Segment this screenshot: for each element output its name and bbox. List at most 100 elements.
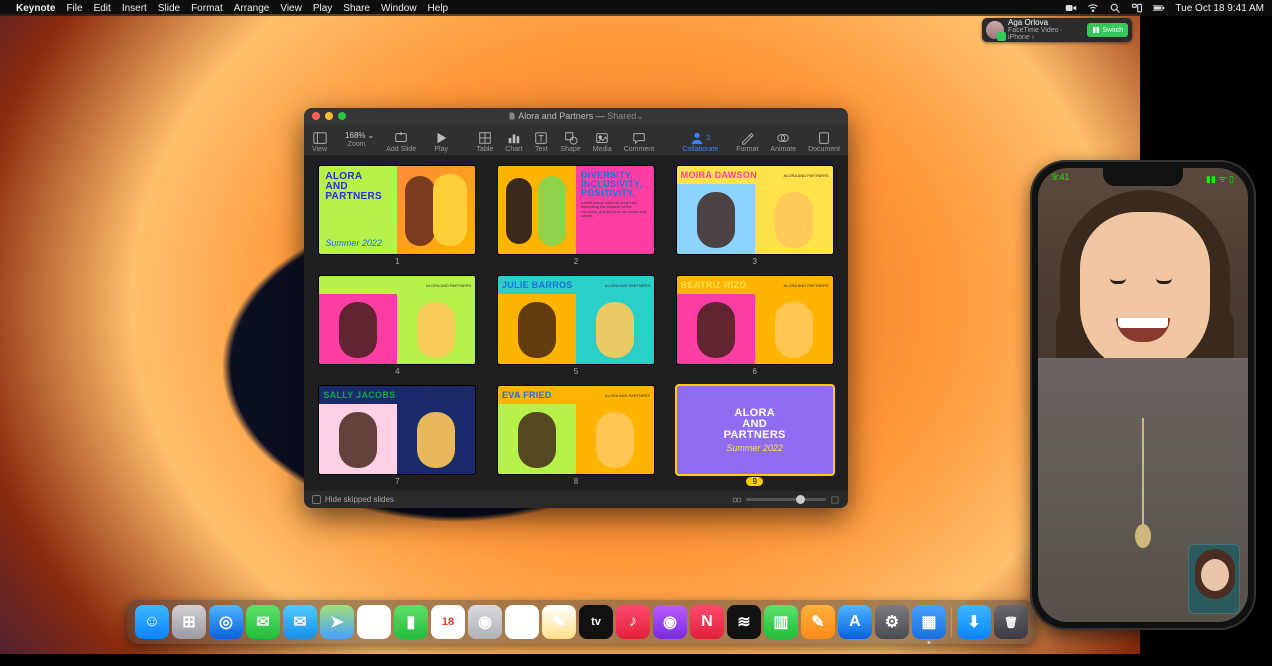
toolbar-shape-button[interactable]: Shape [560,131,580,153]
toolbar-media-button[interactable]: Media [593,131,612,153]
toolbar-comment-button[interactable]: Comment [624,131,654,153]
dock-photos[interactable]: ✿ [357,605,391,639]
menu-help[interactable]: Help [428,3,449,14]
dock-messages[interactable]: ✉ [246,605,280,639]
app-menu[interactable]: Keynote [16,3,55,14]
menu-view[interactable]: View [280,3,302,14]
slide-thumbnail[interactable]: BEATRIZ RIZOALORA AND PARTNERS [677,276,833,364]
slide-cell[interactable]: ALORAANDPARTNERSSummer 20221 [316,166,479,266]
hide-skipped-checkbox[interactable] [312,495,321,504]
slide-number: 7 [395,477,399,486]
slide-cell[interactable]: BEATRIZ RIZOALORA AND PARTNERS6 [673,276,836,376]
dock-finder[interactable]: ☺ [135,605,169,639]
window-titlebar[interactable]: Alora and Partners — Shared⌄ [304,108,848,124]
toolbar-document-button[interactable]: Document [808,131,840,153]
toolbar-play-label: Play [434,146,448,153]
dock-separator [951,607,952,637]
dock-podcasts[interactable]: ◉ [653,605,687,639]
toolbar-play-button[interactable]: Play [434,131,448,153]
dock-stocks[interactable]: ≋ [727,605,761,639]
dock-launchpad[interactable]: ⊞ [172,605,206,639]
zoom-out-icon[interactable] [732,495,742,505]
status-wifi-icon[interactable] [1087,2,1099,14]
status-spotlight-icon[interactable] [1109,2,1121,14]
menu-share[interactable]: Share [343,3,370,14]
slide-cell[interactable]: SALLY JACOBSALORA AND PARTNERS 7 [316,386,479,486]
toolbar-table-button[interactable]: Table [477,131,494,153]
dock-pages[interactable]: ✎ [801,605,835,639]
slide-thumbnail[interactable]: DIVERSITY,INCLUSIVITY,POSITIVITY.Lorem i… [498,166,654,254]
menu-arrange[interactable]: Arrange [234,3,270,14]
dock-downloads[interactable]: ⬇ [957,605,991,639]
toolbar-view-button[interactable]: View [312,131,327,153]
toolbar-format-button[interactable]: Format [736,131,758,153]
dock-settings[interactable]: ⚙ [875,605,909,639]
slide-number: 8 [574,477,578,486]
window-zoom-button[interactable] [338,112,346,120]
toolbar-add-slide-button[interactable]: Add Slide [386,131,416,153]
window-minimize-button[interactable] [325,112,333,120]
collaborate-icon [690,131,704,145]
collab-count: 2 [706,135,710,142]
slide-cell[interactable]: DIVERSITY,INCLUSIVITY,POSITIVITY.Lorem i… [495,166,658,266]
toolbar-text-button[interactable]: TText [534,131,548,153]
handoff-text: Aga Orlova FaceTime Video · iPhone › [1008,19,1083,41]
slide-number: 9 [746,477,762,486]
menu-edit[interactable]: Edit [94,3,111,14]
toolbar-collaborate-label: Collaborate [682,146,718,153]
dock-keynote-dock[interactable]: ▦ [912,605,946,639]
dock-reminders[interactable]: ☰ [505,605,539,639]
dock: ☺⊞◎✉✉➤✿▮18◉☰✎tv♪◉N≋▥✎A⚙▦⬇🗑 [127,600,1036,644]
menu-file[interactable]: File [66,3,82,14]
slide-cell[interactable]: ALISON NEALEALORA AND PARTNERS4 [316,276,479,376]
dock-facetime[interactable]: ▮ [394,605,428,639]
slide-thumbnail[interactable]: ALORAANDPARTNERSSummer 2022 [677,386,833,474]
facetime-pip-self-view[interactable] [1188,544,1240,614]
facetime-handoff-banner[interactable]: Aga Orlova FaceTime Video · iPhone › Swi… [982,18,1132,42]
dock-numbers[interactable]: ▥ [764,605,798,639]
status-facetime-icon[interactable] [1065,2,1077,14]
dock-safari[interactable]: ◎ [209,605,243,639]
dock-calendar[interactable]: 18 [431,605,465,639]
dock-tv[interactable]: tv [579,605,613,639]
slide-cell[interactable]: MOIRA DAWSONALORA AND PARTNERS3 [673,166,836,266]
zoom-in-icon[interactable] [830,495,840,505]
zoom-slider-knob[interactable] [796,495,805,504]
dock-maps[interactable]: ➤ [320,605,354,639]
window-close-button[interactable] [312,112,320,120]
handoff-switch-button[interactable]: Switch [1087,23,1128,37]
slide-cell[interactable]: ALORAANDPARTNERSSummer 2022 9 [673,386,836,486]
slide-cell[interactable]: JULIE BARROSALORA AND PARTNERS5 [495,276,658,376]
status-battery-icon[interactable] [1153,2,1165,14]
menu-format[interactable]: Format [191,3,223,14]
status-control-center-icon[interactable] [1131,2,1143,14]
slide-thumbnail[interactable]: JULIE BARROSALORA AND PARTNERS [498,276,654,364]
menu-insert[interactable]: Insert [122,3,147,14]
slide-thumbnail[interactable]: ALISON NEALEALORA AND PARTNERS [319,276,475,364]
iphone-device: 9:41 ▮▮ ᯤ ▯ [1030,160,1256,630]
slide-cell[interactable]: EVA FRIEDALORA AND PARTNERS 8 [495,386,658,486]
toolbar-animate-button[interactable]: Animate [770,131,796,153]
dock-contacts[interactable]: ◉ [468,605,502,639]
dock-trash[interactable]: 🗑 [994,605,1028,639]
slide-thumbnail[interactable]: SALLY JACOBSALORA AND PARTNERS [319,386,475,474]
toolbar-zoom-button[interactable]: 168% ⌄ Zoom [339,131,374,153]
menu-slide[interactable]: Slide [158,3,180,14]
handoff-avatar [986,21,1004,39]
dock-notes[interactable]: ✎ [542,605,576,639]
zoom-slider[interactable] [746,498,826,501]
toolbar-collaborate-button[interactable]: 2 Collaborate [682,131,718,153]
slide-thumbnail[interactable]: MOIRA DAWSONALORA AND PARTNERS [677,166,833,254]
dock-music[interactable]: ♪ [616,605,650,639]
menubar-clock[interactable]: Tue Oct 18 9:41 AM [1175,3,1264,14]
slide-thumbnail[interactable]: ALORAANDPARTNERSSummer 2022 [319,166,475,254]
dock-appstore[interactable]: A [838,605,872,639]
light-table-view[interactable]: ALORAANDPARTNERSSummer 20221DIVERSITY,IN… [304,156,848,490]
toolbar-zoom-label: Zoom [348,141,366,148]
toolbar-chart-button[interactable]: Chart [505,131,522,153]
menu-play[interactable]: Play [313,3,332,14]
dock-news[interactable]: N [690,605,724,639]
dock-mail[interactable]: ✉ [283,605,317,639]
slide-thumbnail[interactable]: EVA FRIEDALORA AND PARTNERS [498,386,654,474]
menu-window[interactable]: Window [381,3,417,14]
